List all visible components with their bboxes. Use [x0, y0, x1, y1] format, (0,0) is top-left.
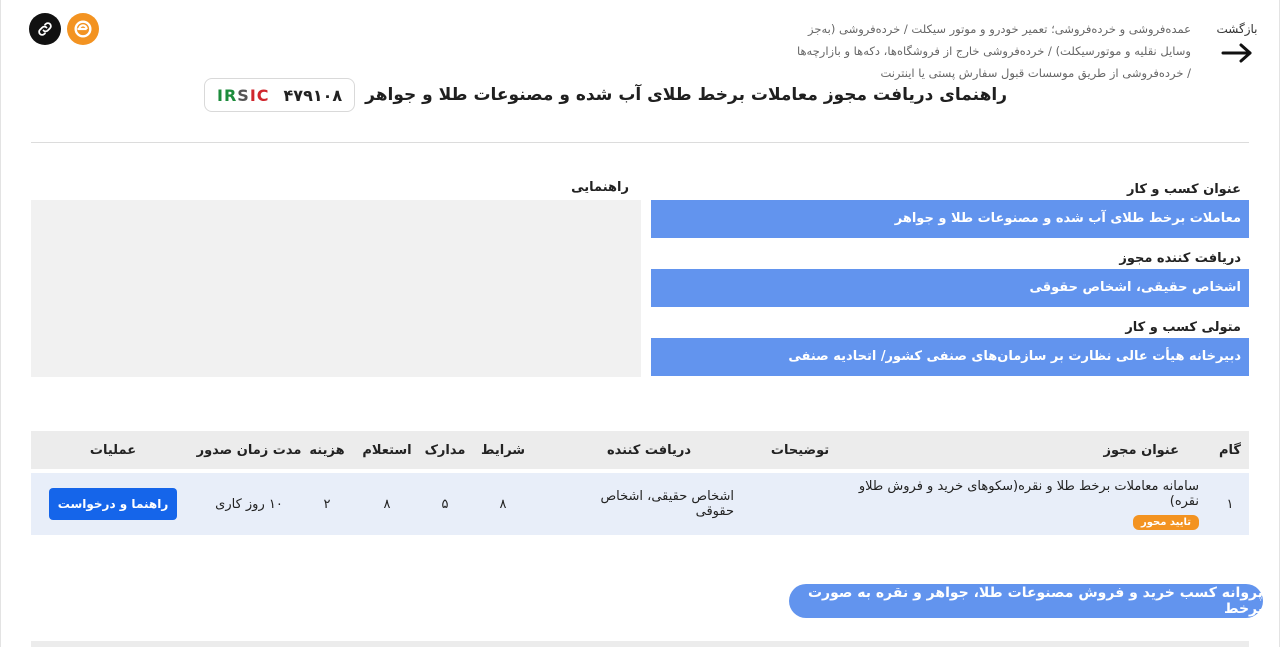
- page-title: راهنمای دریافت مجوز معاملات برخط طلای آب…: [365, 85, 1007, 105]
- header-conditions: شرایط: [480, 442, 526, 458]
- custodian-label: متولی کسب و کار: [1125, 320, 1241, 335]
- guide-and-request-button[interactable]: راهنما و درخواست: [49, 488, 177, 520]
- row-cost[interactable]: ۲: [297, 473, 357, 535]
- related-license-pill[interactable]: پروانه کسب خرید و فروش مصنوعات طلا، جواه…: [789, 584, 1263, 618]
- license-code: ۴۷۹۱۰۸: [283, 85, 343, 105]
- table-row: ۱ سامانه معاملات برخط طلا و نقره(سکوهای …: [31, 473, 1249, 535]
- next-section-strip: [31, 641, 1249, 647]
- header-license-title: عنوان مجوز: [1103, 442, 1179, 458]
- guide-label: راهنمایی: [571, 180, 629, 195]
- header-documents: مدارک: [424, 442, 466, 458]
- row-step: ۱: [1226, 496, 1234, 512]
- row-recipient: اشخاص حقیقی، اشخاص حقوقی: [600, 489, 734, 519]
- back-button[interactable]: بازگشت: [1215, 22, 1259, 64]
- row-duration: ۱۰ روز کاری: [215, 496, 283, 512]
- page-frame: بازگشت عمده‌فروشی و خرده‌فروشی؛ تعمیر خو…: [0, 0, 1280, 647]
- header-step: گام: [1219, 442, 1241, 458]
- recipient-value: اشخاص حقیقی، اشخاص حقوقی: [651, 269, 1249, 307]
- license-code-box: IRSIC ۴۷۹۱۰۸: [204, 78, 356, 112]
- recipient-label: دریافت کننده مجوز: [1119, 251, 1241, 266]
- title-row: راهنمای دریافت مجوز معاملات برخط طلای آب…: [204, 78, 1007, 112]
- row-conditions[interactable]: ۸: [473, 473, 533, 535]
- back-label: بازگشت: [1216, 22, 1258, 36]
- irsic-logo: IRSIC: [217, 85, 270, 105]
- header-operations: عملیات: [89, 442, 137, 458]
- link-icon[interactable]: [29, 13, 61, 45]
- header-cost: هزینه: [309, 442, 345, 458]
- row-operations: راهنما و درخواست: [49, 473, 177, 535]
- guide-box: [31, 200, 641, 377]
- header-duration: مدت زمان صدور: [196, 442, 302, 458]
- arrow-right-icon: [1221, 43, 1252, 63]
- row-description: [755, 473, 845, 535]
- row-inquiry[interactable]: ۸: [351, 473, 423, 535]
- license-table: گام عنوان مجوز توضیحات دریافت کننده شرای…: [31, 431, 1249, 535]
- business-title-value: معاملات برخط طلای آب شده و مصنوعات طلا و…: [651, 200, 1249, 238]
- row-license-title-cell: سامانه معاملات برخط طلا و نقره(سکوهای خر…: [829, 473, 1209, 535]
- custodian-value: دبیرخانه هیأت عالی نظارت بر سازمان‌های ص…: [651, 338, 1249, 376]
- top-icons: [29, 13, 99, 45]
- breadcrumb: عمده‌فروشی و خرده‌فروشی؛ تعمیر خودرو و م…: [796, 22, 1191, 80]
- row-license-title: سامانه معاملات برخط طلا و نقره(سکوهای خر…: [858, 478, 1199, 509]
- header-description: توضیحات: [770, 442, 830, 458]
- business-title-label: عنوان کسب و کار: [1126, 182, 1241, 197]
- table-header: گام عنوان مجوز توضیحات دریافت کننده شرای…: [31, 431, 1249, 469]
- status-badge: تایید محور: [1132, 514, 1199, 530]
- e-logo-icon[interactable]: [67, 13, 99, 45]
- row-documents[interactable]: ۵: [415, 473, 475, 535]
- header-recipient: دریافت کننده: [606, 442, 692, 458]
- header-inquiry: استعلام: [362, 442, 412, 458]
- header-divider: [31, 142, 1249, 143]
- info-panel: عنوان کسب و کار معاملات برخط طلای آب شده…: [651, 180, 1249, 387]
